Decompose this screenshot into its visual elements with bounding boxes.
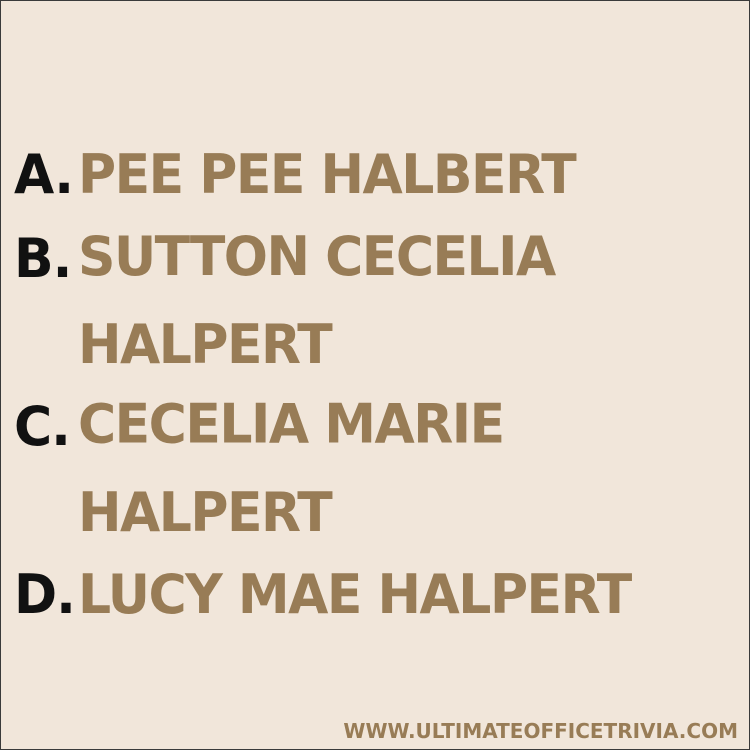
option-c-line-1: CECELIA MARIE	[78, 393, 505, 457]
option-letter-b: B.	[14, 227, 72, 291]
answer-options: A. PEE PEE HALBERT B. SUTTON CECELIA HAL…	[14, 133, 734, 637]
option-a-line-1: PEE PEE HALBERT	[78, 143, 577, 207]
option-d-line-1: LUCY MAE HALPERT	[78, 563, 632, 627]
website-url: WWW.ULTIMATEOFFICETRIVIA.COM	[343, 719, 738, 743]
option-text-c: CECELIA MARIE HALPERT	[78, 381, 505, 557]
option-c-line-2: HALPERT	[78, 481, 333, 545]
option-b-line-2: HALPERT	[78, 313, 333, 377]
option-c: C. CECELIA MARIE HALPERT	[14, 385, 734, 553]
option-letter-d: D.	[14, 563, 76, 627]
option-d: D. LUCY MAE HALPERT	[14, 553, 734, 637]
option-letter-a: A.	[14, 143, 74, 207]
option-text-b: SUTTON CECELIA HALPERT	[78, 213, 556, 389]
option-text-a: PEE PEE HALBERT	[78, 131, 577, 219]
option-b-line-1: SUTTON CECELIA	[78, 225, 556, 289]
option-b: B. SUTTON CECELIA HALPERT	[14, 217, 734, 385]
option-text-d: LUCY MAE HALPERT	[78, 551, 632, 639]
option-letter-c: C.	[14, 395, 71, 459]
option-a: A. PEE PEE HALBERT	[14, 133, 734, 217]
